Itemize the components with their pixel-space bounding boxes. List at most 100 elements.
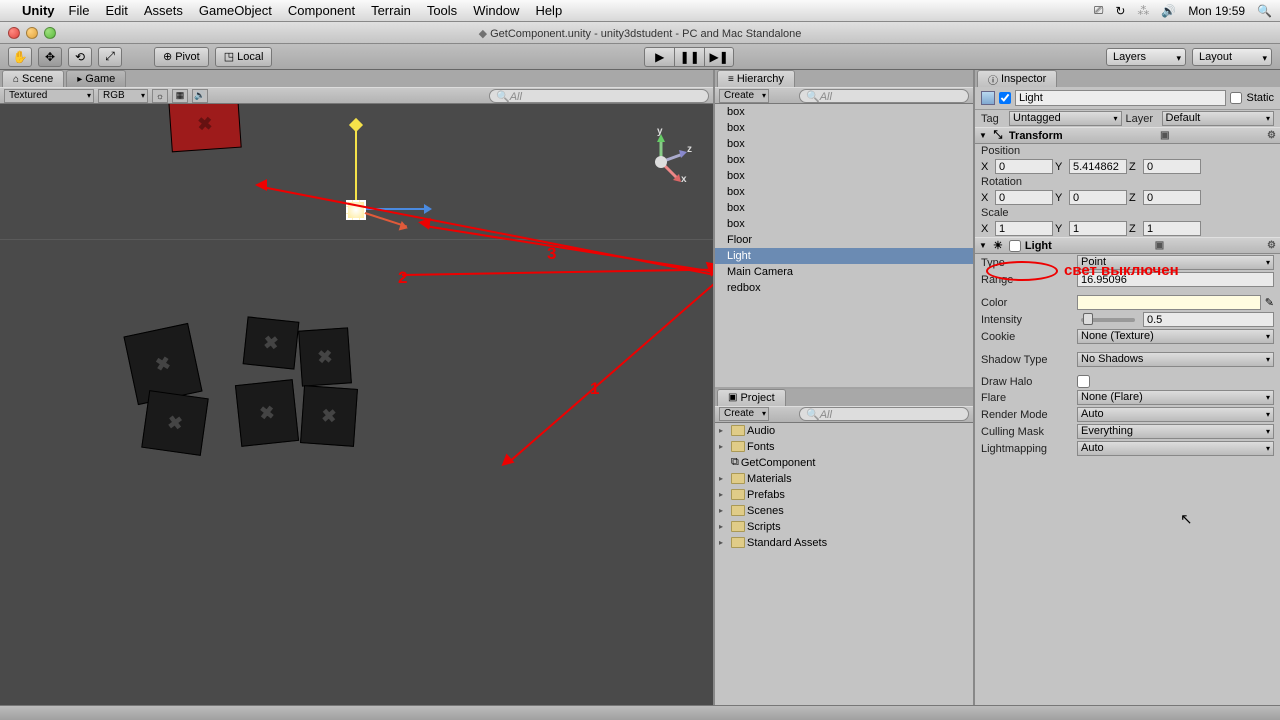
static-checkbox[interactable] xyxy=(1230,92,1242,104)
scene-light-toggle[interactable]: ☼ xyxy=(152,89,168,103)
hierarchy-item[interactable]: box xyxy=(715,216,973,232)
hierarchy-item[interactable]: Floor xyxy=(715,232,973,248)
hierarchy-item[interactable]: redbox xyxy=(715,280,973,296)
project-item[interactable]: ⧉ GetComponent xyxy=(715,455,973,471)
hierarchy-item[interactable]: box xyxy=(715,200,973,216)
hierarchy-search[interactable]: 🔍All xyxy=(799,89,969,103)
position-y-field[interactable] xyxy=(1069,159,1127,174)
spotlight-icon[interactable]: 🔍 xyxy=(1257,4,1272,18)
scene-search[interactable]: 🔍All xyxy=(489,89,709,103)
menu-edit[interactable]: Edit xyxy=(105,3,127,18)
screen-icon[interactable]: ⎚ xyxy=(1094,3,1104,18)
shading-dropdown[interactable]: Textured xyxy=(4,89,94,103)
light-color-swatch[interactable] xyxy=(1077,295,1261,310)
volume-icon[interactable]: 🔊 xyxy=(1161,4,1176,18)
transform-gear-icon[interactable]: ⚙ xyxy=(1267,130,1276,141)
scene-viewport[interactable]: ✖ ✖ ✖ ✖ ✖ ✖ ✖ y xyxy=(0,104,713,705)
hierarchy-item[interactable]: box xyxy=(715,184,973,200)
color-picker-icon[interactable]: ✎ xyxy=(1265,296,1274,309)
viewcube-gizmo[interactable]: y z x xyxy=(631,132,691,192)
scale-x-field[interactable] xyxy=(995,221,1053,236)
hierarchy-item[interactable]: box xyxy=(715,152,973,168)
menu-gameobject[interactable]: GameObject xyxy=(199,3,272,18)
project-item[interactable]: ▸ Scenes xyxy=(715,503,973,519)
menu-window[interactable]: Window xyxy=(473,3,519,18)
tab-project[interactable]: ▣Project xyxy=(717,389,786,406)
tab-game[interactable]: ▸Game xyxy=(66,70,126,87)
rotation-y-field[interactable] xyxy=(1069,190,1127,205)
timemachine-icon[interactable]: ↻ xyxy=(1115,4,1125,18)
hierarchy-list[interactable]: boxboxboxboxboxboxboxboxFloorLightMain C… xyxy=(715,104,973,387)
local-toggle[interactable]: ◳Local xyxy=(215,47,273,67)
light-component-header[interactable]: ▼ ☀ Light ▣ ⚙ xyxy=(975,237,1280,254)
rotate-tool-button[interactable]: ⟲ xyxy=(68,47,92,67)
transform-component-header[interactable]: ▼ ⤡ Transform ▣ ⚙ xyxy=(975,127,1280,144)
layout-dropdown[interactable]: Layout xyxy=(1192,48,1272,66)
project-item[interactable]: ▸ Materials xyxy=(715,471,973,487)
light-intensity-slider[interactable] xyxy=(1081,318,1135,322)
light-culling-dropdown[interactable]: Everything xyxy=(1077,424,1274,439)
gameobject-active-checkbox[interactable] xyxy=(999,92,1011,104)
gameobject-name-field[interactable] xyxy=(1015,90,1226,106)
window-zoom-button[interactable] xyxy=(44,27,56,39)
position-z-field[interactable] xyxy=(1143,159,1201,174)
light-halo-checkbox[interactable] xyxy=(1077,375,1090,388)
play-button[interactable]: ▶ xyxy=(644,47,674,67)
pivot-toggle[interactable]: ⊕Pivot xyxy=(154,47,209,67)
tab-hierarchy[interactable]: ≡Hierarchy xyxy=(717,70,795,87)
menu-assets[interactable]: Assets xyxy=(144,3,183,18)
layer-dropdown[interactable]: Default xyxy=(1162,111,1275,126)
hierarchy-create-dropdown[interactable]: Create xyxy=(719,89,769,103)
hierarchy-item[interactable]: box xyxy=(715,136,973,152)
menu-component[interactable]: Component xyxy=(288,3,355,18)
light-shadow-dropdown[interactable]: No Shadows xyxy=(1077,352,1274,367)
rotation-x-field[interactable] xyxy=(995,190,1053,205)
bluetooth-icon[interactable]: ⁂ xyxy=(1137,4,1149,18)
menu-terrain[interactable]: Terrain xyxy=(371,3,411,18)
hierarchy-item[interactable]: Main Camera xyxy=(715,264,973,280)
position-x-field[interactable] xyxy=(995,159,1053,174)
tab-scene[interactable]: ⌂Scene xyxy=(2,70,64,87)
light-cookie-field[interactable]: None (Texture) xyxy=(1077,329,1274,344)
project-item[interactable]: ▸ Standard Assets xyxy=(715,535,973,551)
render-dropdown[interactable]: RGB xyxy=(98,89,148,103)
light-intensity-field[interactable] xyxy=(1143,312,1274,327)
project-list[interactable]: ▸ Audio▸ Fonts⧉ GetComponent▸ Materials▸… xyxy=(715,423,973,706)
move-tool-button[interactable]: ✥ xyxy=(38,47,62,67)
scale-z-field[interactable] xyxy=(1143,221,1201,236)
light-gear-icon[interactable]: ⚙ xyxy=(1267,240,1276,251)
menu-clock[interactable]: Mon 19:59 xyxy=(1188,4,1245,18)
scene-fx-toggle[interactable]: ▦ xyxy=(172,89,188,103)
light-render-dropdown[interactable]: Auto xyxy=(1077,407,1274,422)
scene-audio-toggle[interactable]: 🔊 xyxy=(192,89,208,103)
tab-inspector[interactable]: ⓘInspector xyxy=(977,70,1057,87)
hierarchy-item[interactable]: Light xyxy=(715,248,973,264)
project-item[interactable]: ▸ Fonts xyxy=(715,439,973,455)
scale-tool-button[interactable]: ⤢ xyxy=(98,47,122,67)
hand-tool-button[interactable]: ✋ xyxy=(8,47,32,67)
menu-help[interactable]: Help xyxy=(535,3,562,18)
menu-tools[interactable]: Tools xyxy=(427,3,457,18)
transform-help-icon[interactable]: ▣ xyxy=(1160,130,1169,141)
project-search[interactable]: 🔍All xyxy=(799,407,969,421)
hierarchy-item[interactable]: box xyxy=(715,104,973,120)
project-item[interactable]: ▸ Prefabs xyxy=(715,487,973,503)
project-item[interactable]: ▸ Audio xyxy=(715,423,973,439)
scale-y-field[interactable] xyxy=(1069,221,1127,236)
light-flare-field[interactable]: None (Flare) xyxy=(1077,390,1274,405)
window-close-button[interactable] xyxy=(8,27,20,39)
layers-dropdown[interactable]: Layers xyxy=(1106,48,1186,66)
light-help-icon[interactable]: ▣ xyxy=(1155,240,1164,251)
rotation-z-field[interactable] xyxy=(1143,190,1201,205)
light-enabled-checkbox[interactable] xyxy=(1009,240,1021,252)
step-button[interactable]: ▶❚ xyxy=(704,47,734,67)
tag-dropdown[interactable]: Untagged xyxy=(1009,111,1122,126)
project-create-dropdown[interactable]: Create xyxy=(719,407,769,421)
project-item[interactable]: ▸ Scripts xyxy=(715,519,973,535)
hierarchy-item[interactable]: box xyxy=(715,168,973,184)
pause-button[interactable]: ❚❚ xyxy=(674,47,704,67)
menu-file[interactable]: File xyxy=(69,3,90,18)
window-minimize-button[interactable] xyxy=(26,27,38,39)
hierarchy-item[interactable]: box xyxy=(715,120,973,136)
light-lightmap-dropdown[interactable]: Auto xyxy=(1077,441,1274,456)
